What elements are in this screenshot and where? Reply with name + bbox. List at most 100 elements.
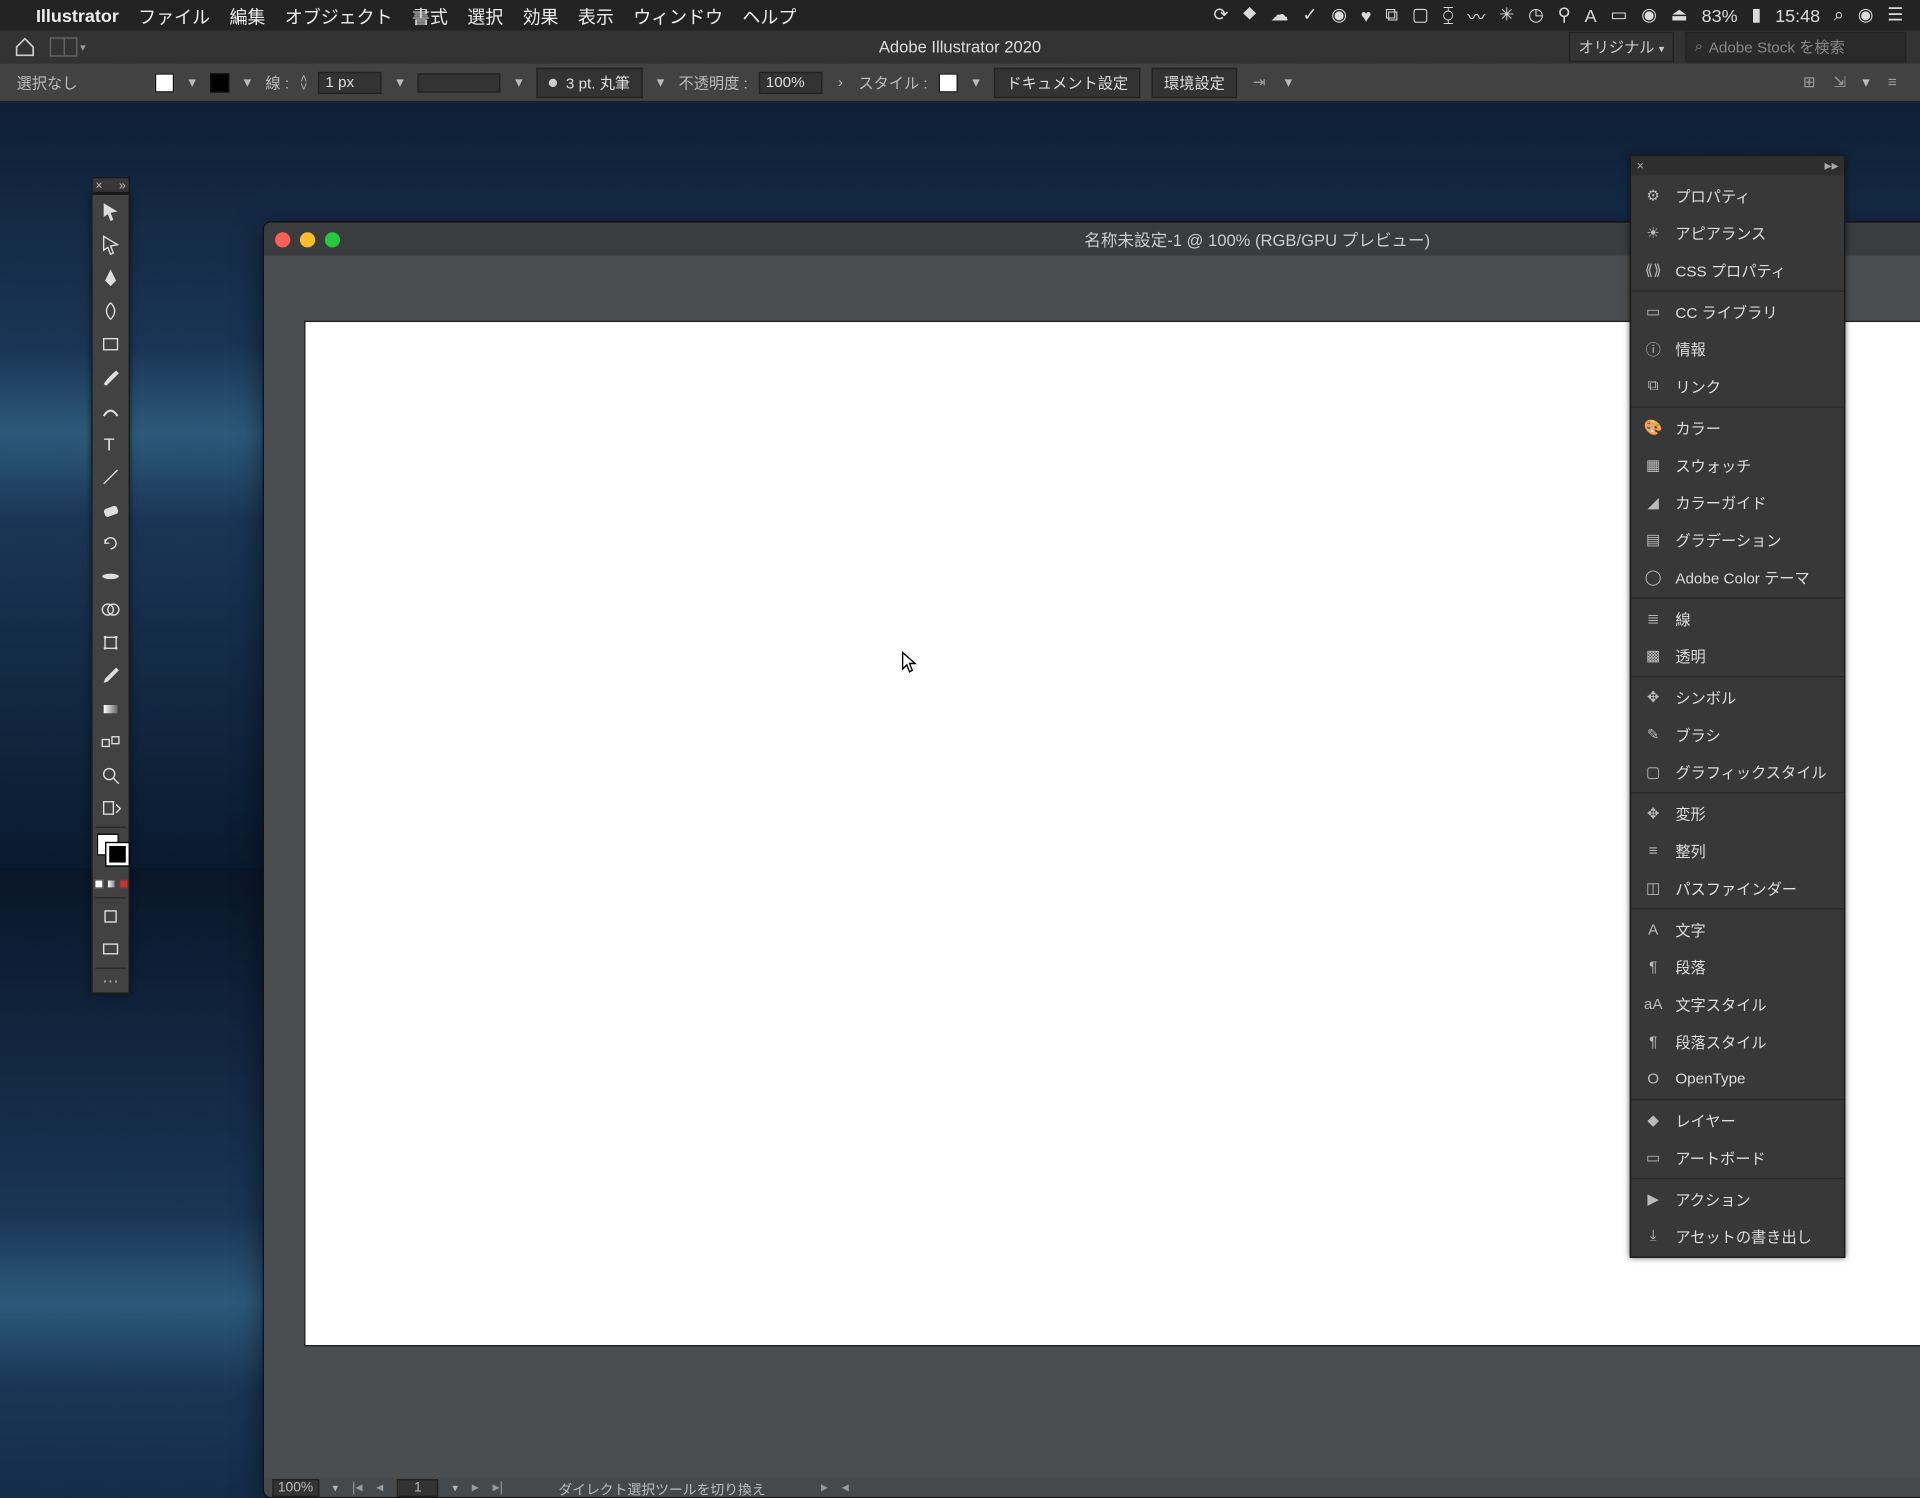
panel-character[interactable]: A文字	[1631, 911, 1844, 948]
panel-css-properties[interactable]: ⟪⟫CSS プロパティ	[1631, 252, 1844, 289]
stroke-width-input[interactable]: 1 px	[318, 71, 382, 93]
selection-tool[interactable]	[93, 195, 129, 228]
panel-paragraph[interactable]: ¶段落	[1631, 948, 1844, 985]
wifi-status-icon[interactable]: ◉	[1641, 4, 1657, 26]
creative-cloud-icon[interactable]: ⟳	[1213, 4, 1228, 26]
battery-percent[interactable]: 83%	[1702, 5, 1738, 26]
chip-none[interactable]	[118, 879, 128, 889]
cloud-icon[interactable]: ☁	[1271, 4, 1289, 26]
align-popup-dropdown[interactable]: ▾	[1282, 74, 1296, 91]
toolbox-header[interactable]: × »	[91, 177, 130, 194]
stroke-color-box[interactable]	[106, 843, 128, 865]
stroke-dropdown-icon[interactable]: ▾	[241, 74, 255, 91]
artboard-next-icon[interactable]: ▸	[472, 1480, 479, 1495]
wifi-icon[interactable]: ♥	[1361, 5, 1372, 26]
artboard-prev-icon[interactable]: ◂	[376, 1480, 383, 1495]
stock-search-input[interactable]: ⌕ Adobe Stock を検索	[1685, 32, 1906, 62]
direct-selection-tool[interactable]	[93, 228, 129, 261]
curvature-tool[interactable]	[93, 294, 129, 327]
toolbox-expand-icon[interactable]: »	[119, 178, 126, 192]
panel-gradient[interactable]: ▤グラデーション	[1631, 521, 1844, 558]
panel-graphic-styles[interactable]: ▢グラフィックスタイル	[1631, 753, 1844, 790]
menu-select[interactable]: 選択	[467, 2, 503, 28]
panel-transform[interactable]: ✥変形	[1631, 795, 1844, 832]
variable-width-profile[interactable]	[418, 73, 501, 92]
wave-icon[interactable]: 〰	[1467, 2, 1485, 28]
snap-icon[interactable]: ⇲	[1829, 71, 1851, 93]
rotate-tool[interactable]	[93, 527, 129, 560]
clock-icon[interactable]: ◷	[1528, 4, 1544, 26]
variable-width-dropdown[interactable]: ▾	[512, 74, 526, 91]
square-icon[interactable]: ▢	[1412, 4, 1429, 26]
status-back-icon[interactable]: ◂	[842, 1480, 849, 1495]
opacity-input[interactable]: 100%	[759, 71, 823, 93]
menu-view[interactable]: 表示	[578, 2, 614, 28]
align-popup-icon[interactable]: ⇥	[1248, 71, 1270, 93]
gradient-tool[interactable]	[93, 693, 129, 726]
brush-dropdown[interactable]: ▾	[654, 74, 668, 91]
free-transform-tool[interactable]	[93, 626, 129, 659]
panel-actions[interactable]: ▶アクション	[1631, 1180, 1844, 1217]
monitor-icon[interactable]: ⧉	[1385, 4, 1398, 26]
workspace-switcher[interactable]: オリジナル ▾	[1569, 32, 1674, 62]
sync-icon[interactable]: ◉	[1331, 4, 1347, 26]
stroke-swatch[interactable]	[210, 73, 229, 92]
panel-align[interactable]: ≡整列	[1631, 832, 1844, 869]
panel-stroke[interactable]: ≣線	[1631, 600, 1844, 637]
menu-help[interactable]: ヘルプ	[742, 2, 796, 28]
panel-color[interactable]: 🎨カラー	[1631, 409, 1844, 446]
check-icon[interactable]: ✓	[1302, 4, 1317, 26]
panel-brushes[interactable]: ✎ブラシ	[1631, 716, 1844, 753]
document-setup-button[interactable]: ドキュメント設定	[994, 67, 1141, 97]
arrange-dropdown-icon[interactable]: ▾	[80, 41, 86, 53]
dock-close-icon[interactable]: ×	[1637, 159, 1644, 173]
battery-icon[interactable]: ▮	[1751, 4, 1761, 26]
status-play-icon[interactable]: ▸	[821, 1480, 828, 1495]
edit-toolbar-button[interactable]: ⋯	[93, 970, 129, 992]
menu-object[interactable]: オブジェクト	[285, 2, 393, 28]
dock-header[interactable]: × ▸▸	[1631, 156, 1844, 175]
dropbox-icon[interactable]: ⯁	[1242, 4, 1256, 26]
input-icon[interactable]: A	[1585, 5, 1597, 26]
snap-dropdown[interactable]: ▾	[1859, 74, 1873, 91]
panel-properties[interactable]: ⚙プロパティ	[1631, 177, 1844, 214]
menu-window[interactable]: ウィンドウ	[633, 2, 723, 28]
menu-edit[interactable]: 編集	[229, 2, 265, 28]
panel-color-guide[interactable]: ◢カラーガイド	[1631, 484, 1844, 521]
pen-tool[interactable]	[93, 261, 129, 294]
arrange-documents-button[interactable]	[50, 37, 78, 56]
zoom-level-input[interactable]: 100%	[272, 1478, 318, 1496]
eyedropper-tool[interactable]	[93, 659, 129, 692]
zoom-dropdown-icon[interactable]: ▾	[333, 1481, 339, 1493]
home-icon[interactable]	[14, 37, 36, 56]
artboard-last-icon[interactable]: ▸|	[493, 1480, 504, 1495]
opacity-dropdown[interactable]: ›	[833, 74, 847, 91]
panel-artboards[interactable]: ▭アートボード	[1631, 1139, 1844, 1176]
preferences-button[interactable]: 環境設定	[1152, 67, 1238, 97]
menu-file[interactable]: ファイル	[138, 2, 210, 28]
panel-layers[interactable]: ◆レイヤー	[1631, 1102, 1844, 1139]
blend-tool[interactable]	[93, 726, 129, 759]
width-tool[interactable]	[93, 560, 129, 593]
panel-appearance[interactable]: ☀アピアランス	[1631, 214, 1844, 251]
panel-links[interactable]: ⧉リンク	[1631, 368, 1844, 405]
toolbox-close-icon[interactable]: ×	[95, 178, 102, 192]
window-zoom-button[interactable]	[325, 232, 340, 247]
chip-gradient[interactable]	[106, 879, 116, 889]
panel-char-styles[interactable]: aA文字スタイル	[1631, 986, 1844, 1023]
artboard-first-icon[interactable]: |◂	[352, 1480, 363, 1495]
fill-stroke-control[interactable]	[93, 829, 129, 876]
panel-opentype[interactable]: OOpenType	[1631, 1060, 1844, 1097]
panel-para-styles[interactable]: ¶段落スタイル	[1631, 1023, 1844, 1060]
panel-adobe-color[interactable]: ◯Adobe Color テーマ	[1631, 558, 1844, 595]
fill-swatch[interactable]	[155, 73, 174, 92]
fill-dropdown-icon[interactable]: ▾	[185, 74, 199, 91]
eject-icon[interactable]: ⏏	[1671, 4, 1688, 26]
window-close-button[interactable]	[275, 232, 290, 247]
menu-type[interactable]: 書式	[412, 2, 448, 28]
paintbrush-tool[interactable]	[93, 361, 129, 394]
graphic-style-swatch[interactable]	[939, 73, 958, 92]
battery-box-icon[interactable]: ▭	[1610, 4, 1627, 26]
panel-pathfinder[interactable]: ◫パスファインダー	[1631, 869, 1844, 906]
artboard-number-input[interactable]: 1	[397, 1478, 438, 1496]
